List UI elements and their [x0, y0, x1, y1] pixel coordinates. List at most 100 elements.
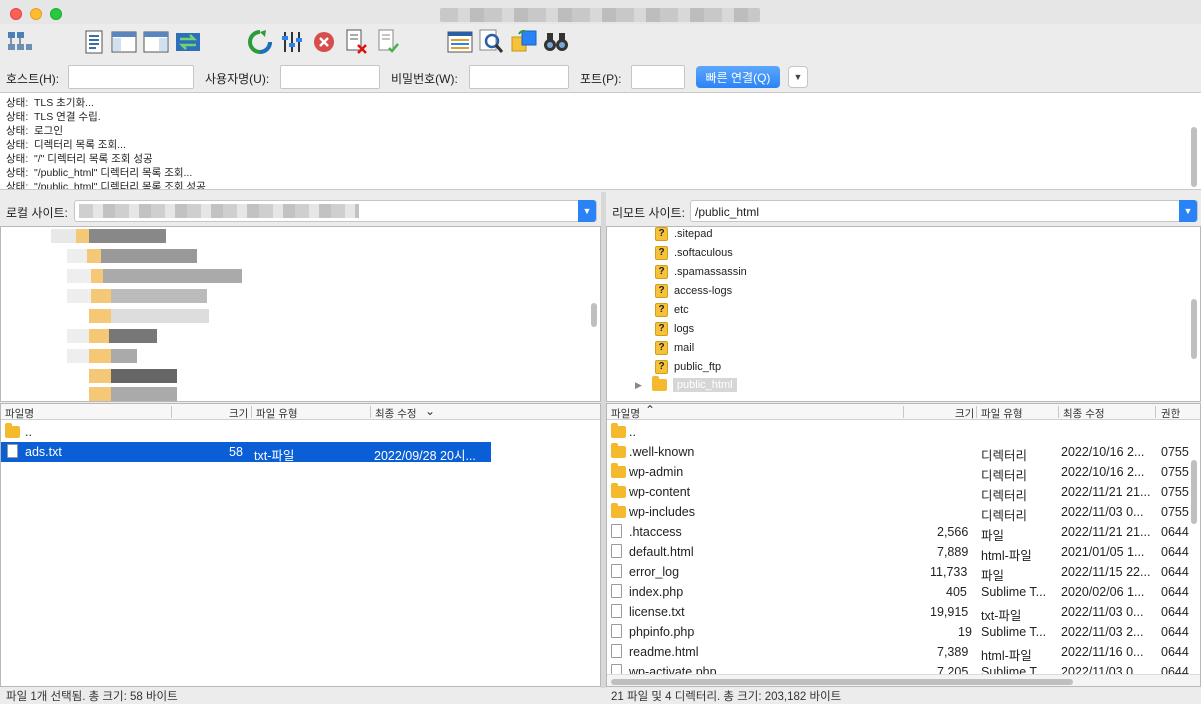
local-list-header: 파일명 크기 파일 유형 최종 수정 ⌄	[1, 404, 600, 421]
list-item[interactable]: phpinfo.php 19 Sublime T... 2022/11/03 2…	[607, 622, 1197, 642]
username-input[interactable]	[280, 65, 380, 89]
list-item[interactable]: wp-activate.php 7,205 Sublime T... 2022/…	[607, 662, 1197, 674]
folder-icon	[611, 423, 626, 438]
column-filename[interactable]: 파일명	[611, 406, 640, 421]
unknown-folder-icon: ?	[655, 227, 668, 241]
tree-item[interactable]: ? logs	[655, 320, 694, 338]
find-files-binoculars-icon[interactable]	[542, 28, 570, 56]
list-item[interactable]: .well-known 디렉터리 2022/10/16 2... 0755	[607, 442, 1197, 463]
list-item[interactable]: index.php 405 Sublime T... 2020/02/06 1.…	[607, 582, 1197, 602]
folder-icon	[5, 423, 20, 438]
password-label: 비밀번호(W):	[391, 72, 458, 86]
password-input[interactable]	[469, 65, 569, 89]
remote-list-scrollbar[interactable]	[1191, 460, 1197, 524]
sync-browsing-icon[interactable]	[510, 28, 538, 56]
log-line: 상태: 로그인	[6, 125, 63, 137]
search-icon[interactable]	[478, 28, 506, 56]
directory-comparison-icon[interactable]	[446, 28, 474, 56]
column-size[interactable]: 크기	[955, 406, 974, 421]
folder-icon	[651, 376, 667, 391]
column-type[interactable]: 파일 유형	[256, 406, 298, 421]
chevron-down-icon[interactable]: ▼	[1179, 200, 1197, 222]
list-item[interactable]: wp-content 디렉터리 2022/11/21 21... 0755	[607, 482, 1197, 503]
chevron-down-icon: ⌄	[425, 404, 436, 418]
chevron-down-icon: ▼	[793, 72, 803, 82]
tree-row-redacted	[67, 329, 157, 343]
minimize-window-button[interactable]	[30, 8, 42, 20]
expand-arrow-icon[interactable]: ▶	[635, 380, 642, 391]
tree-row-redacted	[67, 249, 197, 263]
tree-item-selected[interactable]: ▶ public_html	[635, 376, 737, 394]
log-scrollbar[interactable]	[1191, 127, 1197, 187]
message-log-toggle-icon[interactable]	[80, 28, 108, 56]
host-label: 호스트(H):	[6, 72, 60, 86]
reconnect-icon[interactable]	[374, 28, 402, 56]
remote-list-header: 파일명 ⌃ 크기 파일 유형 최종 수정 권한	[607, 404, 1200, 421]
filter-icon[interactable]	[278, 28, 306, 56]
cancel-icon[interactable]	[310, 28, 338, 56]
local-path-combo[interactable]: ▼	[74, 200, 597, 222]
site-manager-icon[interactable]	[6, 28, 34, 56]
refresh-icon[interactable]	[246, 28, 274, 56]
remote-path-combo[interactable]: /public_html ▼	[690, 200, 1198, 222]
chevron-down-icon[interactable]: ▼	[578, 200, 596, 222]
log-line: 상태: "/" 디렉터리 목록 조회 성공	[6, 153, 153, 165]
tree-row-redacted	[89, 309, 209, 323]
file-icon	[611, 584, 622, 598]
port-input[interactable]	[631, 65, 685, 89]
list-item-selected[interactable]: ads.txt 58 txt-파일 2022/09/28 20시...	[1, 442, 491, 463]
list-item[interactable]: ..	[1, 422, 491, 442]
close-window-button[interactable]	[10, 8, 22, 20]
tree-item[interactable]: ? .softaculous	[655, 244, 733, 262]
column-modified[interactable]: 최종 수정	[1063, 406, 1105, 421]
folder-icon	[611, 463, 626, 478]
local-site-label: 로컬 사이트:	[6, 206, 68, 220]
list-item[interactable]: error_log 11,733 파일 2022/11/15 22... 064…	[607, 562, 1197, 583]
zoom-window-button[interactable]	[50, 8, 62, 20]
tree-item[interactable]: ? access-logs	[655, 282, 732, 300]
column-size[interactable]: 크기	[229, 406, 248, 421]
toolbar	[0, 24, 1201, 60]
remote-file-list[interactable]: 파일명 ⌃ 크기 파일 유형 최종 수정 권한 .. .well-known 디…	[606, 403, 1201, 687]
remote-horizontal-scrollbar[interactable]	[607, 674, 1200, 686]
file-icon	[7, 444, 18, 458]
list-item[interactable]: readme.html 7,389 html-파일 2022/11/16 0..…	[607, 642, 1197, 663]
quickconnect-history-dropdown[interactable]: ▼	[788, 66, 808, 88]
column-type[interactable]: 파일 유형	[981, 406, 1023, 421]
transfer-queue-icon[interactable]	[174, 28, 202, 56]
list-item[interactable]: default.html 7,889 html-파일 2021/01/05 1.…	[607, 542, 1197, 563]
local-tree-scrollbar[interactable]	[591, 303, 597, 327]
list-item[interactable]: license.txt 19,915 txt-파일 2022/11/03 0..…	[607, 602, 1197, 623]
message-log[interactable]: 상태: TLS 초기화... 상태: TLS 연결 수립. 상태: 로그인 상태: 디렉…	[0, 92, 1201, 190]
remote-tree-scrollbar[interactable]	[1191, 299, 1197, 359]
remote-directory-tree[interactable]: ? .sitepad ? .softaculous ? .spamassassin ?…	[606, 226, 1201, 402]
list-item[interactable]: ..	[607, 422, 1197, 442]
unknown-folder-icon: ?	[655, 341, 668, 355]
tree-item[interactable]: ? mail	[655, 339, 694, 357]
column-modified[interactable]: 최종 수정	[375, 406, 417, 421]
quickconnect-button[interactable]: 빠른 연결(Q)	[696, 66, 780, 88]
tree-item[interactable]: ? .sitepad	[655, 227, 713, 243]
local-directory-tree[interactable]	[0, 226, 601, 402]
file-icon	[611, 564, 622, 578]
list-item[interactable]: .htaccess 2,566 파일 2022/11/21 21... 0644	[607, 522, 1197, 543]
tree-row-redacted	[89, 369, 177, 383]
remote-tree-toggle-icon[interactable]	[142, 28, 170, 56]
local-file-list[interactable]: 파일명 크기 파일 유형 최종 수정 ⌄ .. ads.txt 58 txt-파…	[0, 403, 601, 687]
folder-icon	[611, 443, 626, 458]
column-permissions[interactable]: 권한	[1161, 406, 1180, 421]
log-line: 상태: "/public_html" 디렉터리 목록 조회 성공	[6, 181, 206, 190]
tree-item[interactable]: ? public_ftp	[655, 358, 721, 376]
disconnect-icon[interactable]	[342, 28, 370, 56]
local-tree-toggle-icon[interactable]	[110, 28, 138, 56]
list-item[interactable]: wp-includes 디렉터리 2022/11/03 0... 0755	[607, 502, 1197, 523]
column-filename[interactable]: 파일명	[5, 406, 34, 421]
window-title-redacted	[440, 8, 760, 22]
host-input[interactable]	[68, 65, 194, 89]
tree-item[interactable]: ? etc	[655, 301, 689, 319]
folder-icon	[611, 503, 626, 518]
tree-row-redacted	[67, 269, 242, 283]
tree-item[interactable]: ? .spamassassin	[655, 263, 747, 281]
list-item[interactable]: wp-admin 디렉터리 2022/10/16 2... 0755	[607, 462, 1197, 483]
scroll-thumb[interactable]	[611, 679, 1073, 685]
